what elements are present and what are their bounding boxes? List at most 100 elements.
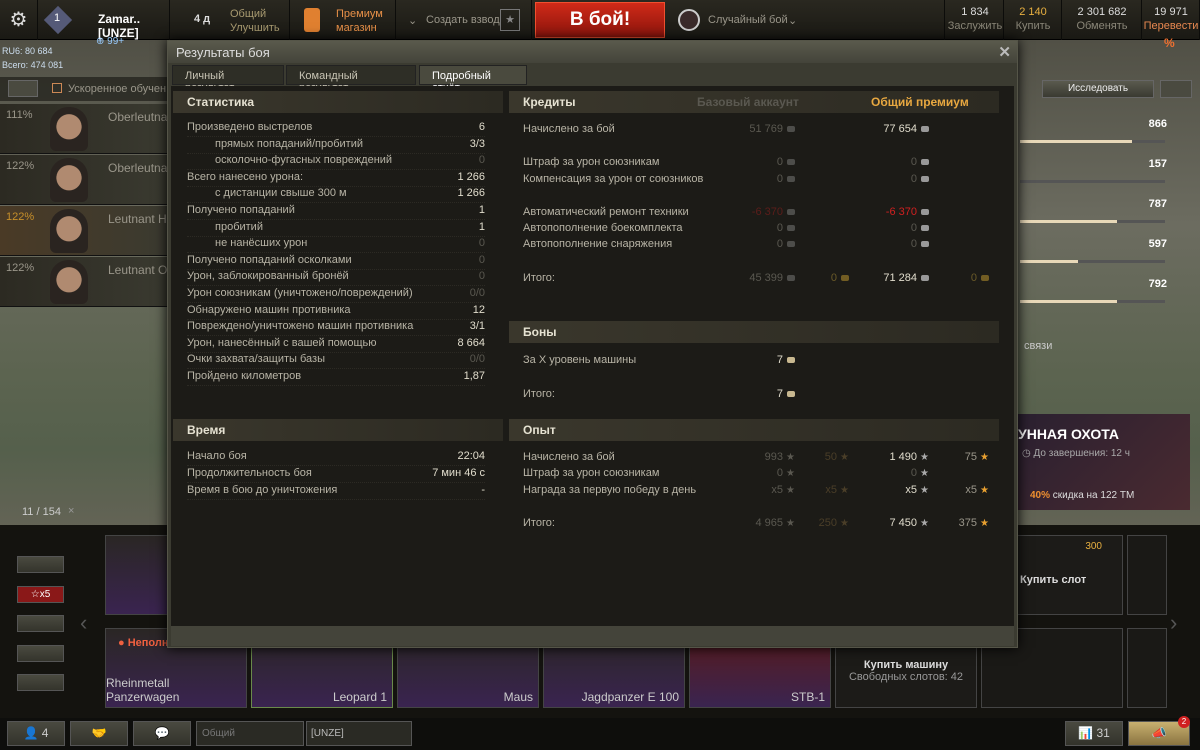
clock-icon: ◷ До завершения: 12 ч <box>1022 448 1130 459</box>
stat-row: Всего нанесено урона: 1 266 <box>187 171 485 187</box>
vehicle-stat-bar <box>1020 260 1165 263</box>
vehicle-stat-fill <box>1020 140 1132 143</box>
account-rating: RU6: 80 684 <box>2 46 53 56</box>
crew-portrait <box>50 107 88 151</box>
stat-row: Получено попаданий 1 <box>187 204 485 220</box>
crew-member[interactable]: 122%Oberleutnant <box>0 155 170 205</box>
invites-badge[interactable]: ⊕ 99+ <box>96 36 124 47</box>
vehicle-stat-value: 787 <box>1148 198 1167 210</box>
section-credits: Кредиты Базовый аккаунт Общий премиум <box>509 91 999 113</box>
top-bar: ⚙ 1 Zamar..[UNZE] ⊕ 99+ 4 д Общий Улучши… <box>0 0 1200 47</box>
friends-button[interactable]: 👤 4 <box>7 721 65 746</box>
section-statistics: Статистика <box>173 91 503 113</box>
credit-row: Штраф за урон союзникам 00 <box>523 156 993 172</box>
credit-row: Автоматический ремонт техники -6 370 -6 3… <box>523 206 993 222</box>
credit-row: Автопополнение боекомплекта 00 <box>523 222 993 238</box>
clan-handshake-icon[interactable]: 🤝 <box>70 721 128 746</box>
session-stats-button[interactable]: 📊 31 <box>1065 721 1123 746</box>
filter-premium[interactable] <box>17 615 64 632</box>
battle-results-dialog: Результаты боя ✕ Личный результат Команд… <box>167 40 1018 648</box>
channel-general[interactable]: Общий <box>196 721 304 746</box>
bonds-currency[interactable]: 1 834 Заслужить <box>944 0 1004 40</box>
channel-clan[interactable]: [UNZE] <box>306 721 412 746</box>
time-row: Продолжительность боя 7 мин 46 с <box>187 467 485 483</box>
accelerated-training-checkbox[interactable] <box>52 83 62 93</box>
vehicle-counter: 11 / 154 <box>22 506 61 518</box>
xp-row: Награда за первую победу в день x5 ★ x5 ★ x5… <box>523 484 989 496</box>
bonds-icon <box>787 357 795 364</box>
create-platoon-button[interactable]: ⌄ Создать взвод ★ <box>398 0 532 40</box>
xp-row: Итого: 4 965 ★ 250 ★ 7 450 ★ 375 ★ <box>523 517 989 529</box>
xp-star-icon: ★ <box>920 468 929 479</box>
tab-detailed[interactable]: Подробный отчёт <box>419 65 527 94</box>
vehicle-stat-bar <box>1020 140 1165 143</box>
report-content: Статистика Произведено выстрелов 6 прямых … <box>171 86 1014 626</box>
gold-icon <box>981 275 989 282</box>
stat-row: Повреждено/уничтожено машин противника 3/… <box>187 320 485 337</box>
chevron-right-icon[interactable]: › <box>1170 610 1177 636</box>
vehicle-stat-value: 157 <box>1148 158 1167 170</box>
credits-icon <box>787 159 795 166</box>
chat-icon[interactable]: 💬 <box>133 721 191 746</box>
crew-menu-button[interactable] <box>8 80 38 97</box>
research-button[interactable]: Исследовать <box>1042 80 1154 98</box>
vehicle-stat-bar <box>1020 220 1165 223</box>
notification-badge: 2 <box>1178 716 1190 728</box>
vehicle-stat-bar <box>1020 300 1165 303</box>
research-link[interactable]: связи <box>1024 340 1052 352</box>
tab-personal[interactable]: Личный результат <box>172 65 284 94</box>
bond-row: Итого: 7 <box>523 388 993 404</box>
compare-button[interactable] <box>1160 80 1192 98</box>
vehicle-stat-fill <box>1020 260 1078 263</box>
stat-row: Урон союзникам (уничтожено/повреждений) 0… <box>187 287 485 303</box>
vehicle-stat-fill <box>1020 220 1118 223</box>
chevron-left-icon[interactable]: ‹ <box>80 610 87 636</box>
vehicle-stat-value: 866 <box>1148 118 1167 130</box>
time-row: Время в бою до уничтожения - <box>187 484 485 500</box>
filter-xp-multiplier[interactable]: ☆x5 <box>17 586 64 603</box>
free-xp-currency[interactable]: 19 971 Перевести <box>1142 0 1200 40</box>
clear-filter-icon[interactable]: × <box>68 505 74 517</box>
gold-icon <box>841 275 849 282</box>
tab-team[interactable]: Командный результат <box>286 65 416 94</box>
filter-rented[interactable] <box>17 645 64 662</box>
time-row: Начало боя 22:04 <box>187 450 485 466</box>
crew-header: Ускоренное обучен <box>0 77 170 101</box>
xp-row: Начислено за бой 993 ★ 50 ★ 1 490 ★ 75 ★ <box>523 451 989 463</box>
event-banner[interactable]: УННАЯ ОХОТА ◷ До завершения: 12 ч 40% ск… <box>1018 414 1190 510</box>
credits-currency[interactable]: 2 301 682 Обменять <box>1062 0 1142 40</box>
free-xp-icon: ★ <box>980 452 989 463</box>
premium-shop-button[interactable]: Премиум магазин <box>292 0 396 40</box>
crew-member[interactable]: 111%Oberleutnant <box>0 104 170 154</box>
stat-row: Произведено выстрелов 6 <box>187 121 485 137</box>
stat-row: пробитий 1 <box>187 221 485 237</box>
chevron-down-icon: ⌄ <box>788 15 798 27</box>
battle-mode-select[interactable]: Случайный бой ⌄ <box>670 0 810 40</box>
battle-button[interactable]: В бой! <box>535 2 665 38</box>
stat-row: Очки захвата/защиты базы 0/0 <box>187 353 485 370</box>
vehicle-stat-value: 597 <box>1148 238 1167 250</box>
credit-row: Компенсация за урон от союзников 00 <box>523 173 993 189</box>
credits-icon <box>787 176 795 183</box>
premium-account-button[interactable]: 4 д Общий Улучшить <box>172 0 290 40</box>
credit-row: Итого: 45 399 0 71 284 0 <box>523 272 993 288</box>
player-profile[interactable]: 1 Zamar..[UNZE] ⊕ 99+ <box>38 0 170 47</box>
bonds-icon <box>787 391 795 398</box>
credit-row: Начислено за бой 51 769 77 654 <box>523 123 993 139</box>
stat-row: Урон, заблокированный бронёй 0 <box>187 270 485 287</box>
stat-row: осколочно-фугасных повреждений 0 <box>187 154 485 171</box>
empty-slot <box>1127 535 1167 615</box>
free-xp-icon: ★ <box>840 518 849 529</box>
dialog-footer <box>171 626 1014 646</box>
credits-icon <box>787 209 795 216</box>
free-xp-icon: ★ <box>840 452 849 463</box>
filter-event[interactable] <box>17 674 64 691</box>
close-icon[interactable]: ✕ <box>998 43 1011 61</box>
settings-gear-icon[interactable]: ⚙ <box>0 0 38 40</box>
credits-icon <box>921 176 929 183</box>
filter-tank-type[interactable] <box>17 556 64 573</box>
crew-member[interactable]: 122%Leutnant Hos <box>0 206 170 256</box>
gold-currency[interactable]: 2 140 Купить <box>1004 0 1062 40</box>
crew-member[interactable]: 122%Leutnant Opp <box>0 257 170 307</box>
crew-portrait <box>50 158 88 202</box>
